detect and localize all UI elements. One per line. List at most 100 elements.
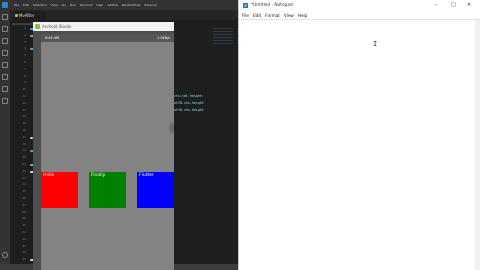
run-debug-icon[interactable] [2,50,8,56]
notepad-titlebar: *Untitled - Notepad – □ ✕ [239,0,480,11]
search-icon[interactable] [2,26,8,32]
menu-selection[interactable]: Selection [33,3,47,7]
activity-bar [0,10,10,270]
red-box-label: Hello [43,173,55,178]
line-number: 34 [22,250,26,255]
line-number: 3 [24,39,26,44]
line-number: 5 [24,53,26,58]
notepad-menu-edit[interactable]: Edit [253,13,261,18]
notepad-title: *Untitled - Notepad [251,3,293,8]
line-number: 8 [24,73,26,78]
editor-tabs: MvAfter [10,10,238,20]
emulator-window: Android Studio 8:44 AM 1.0KB/s Hello Fin… [33,22,174,270]
menu-github[interactable]: GitHub [107,3,117,7]
line-number: 35 [22,257,26,262]
line-number: 27 [22,202,26,207]
line-number: 18 [22,141,26,146]
tab-main-dart[interactable]: MvAfter [14,11,46,20]
flutter-icon[interactable] [2,98,8,104]
notepad-menu-format[interactable]: Format [265,13,280,18]
line-number: 4 [24,46,26,51]
code-fragment: utf8.chs.height [174,100,204,105]
menu-explorer[interactable]: Explorer [145,3,158,7]
line-number: 6 [24,59,26,64]
vscode-titlebar: File Edit Selection View Go Run Terminal… [0,0,238,10]
line-number: 28 [22,209,26,214]
text-cursor: I [373,40,378,48]
notepad-menubar: File Edit Format View Help [239,11,480,20]
line-number: 2 [24,32,26,37]
line-number: 23 [22,175,26,180]
line-number: 14 [22,114,26,119]
menu-terminal[interactable]: Terminal [80,3,93,7]
line-number: 12 [22,100,26,105]
desktop: File Edit Selection View Go Run Terminal… [0,0,480,270]
line-number: 10 [22,87,26,92]
line-number: 25 [22,189,26,194]
line-number: 15 [22,121,26,126]
menu-view[interactable]: View [51,3,58,7]
app-screen: Hello Finally Flutter [41,42,174,270]
line-number: 32 [22,236,26,241]
emulator-resize-handle[interactable] [170,123,174,133]
line-number-gutter: 1 2 3 4 5 6 7 8 9 10 11 12 13 14 15 16 17 18 19 20 21 22 23 24 2… [12,26,26,264]
notepad-scrollbar[interactable] [475,20,480,270]
line-number: 19 [22,148,26,153]
extensions-icon[interactable] [2,62,8,68]
line-number: 20 [22,155,26,160]
vscode-logo-icon [2,2,8,8]
vscode-menubar: File Edit Selection View Go Run Terminal… [14,3,157,7]
notepad-menu-help[interactable]: Help [298,13,308,18]
line-number: 26 [22,195,26,200]
source-control-icon[interactable] [2,38,8,44]
status-time: 8:44 AM [45,36,59,40]
menu-edit[interactable]: Edit [23,3,29,7]
status-network: 1.0KB/s [157,36,170,40]
blue-box: Flutter [137,172,174,208]
tab-label: MvAfter [19,13,35,18]
line-number: 16 [22,127,26,132]
line-number: 9 [24,80,26,85]
code-fragment: cts:cdt.height: [174,93,204,98]
notepad-menu-file[interactable]: File [242,13,249,18]
line-number: 11 [22,93,26,98]
line-number: 24 [22,182,26,187]
green-box: Finally [89,172,126,208]
line-number: 21 [22,161,26,166]
minimap[interactable] [213,26,233,256]
dart-file-icon [15,14,18,17]
menu-file[interactable]: File [14,3,19,7]
line-number: 22 [22,168,26,173]
minimize-icon[interactable]: – [435,2,438,8]
explorer-icon[interactable] [2,14,8,20]
menu-help[interactable]: Help [96,3,103,7]
maximize-icon[interactable]: □ [451,2,456,8]
green-box-label: Finally [91,173,106,178]
notepad-icon [243,3,248,8]
line-number: 30 [22,223,26,228]
gear-icon[interactable] [2,252,8,258]
emulator-title: Android Studio [42,24,72,29]
phone-status-bar: 8:44 AM 1.0KB/s [41,34,174,42]
line-number: 31 [22,229,26,234]
line-number: 13 [22,107,26,112]
android-icon [35,24,40,29]
line-number: 1 [24,26,26,30]
emulator-titlebar: Android Studio [33,22,174,31]
close-icon[interactable]: ✕ [467,2,471,8]
notepad-menu-view[interactable]: View [284,13,294,18]
notepad-text-area[interactable] [239,20,475,270]
remote-icon[interactable] [2,74,8,80]
menu-rendermode[interactable]: RenderMode [122,3,141,7]
notepad-window: *Untitled - Notepad – □ ✕ File Edit Form… [238,0,480,270]
line-number: 17 [22,134,26,139]
red-box: Hello [41,172,78,208]
line-number: 33 [22,243,26,248]
line-number: 7 [24,66,26,71]
code-fragment: utf8.chs.height [174,107,204,112]
blue-box-label: Flutter [139,173,154,178]
menu-run[interactable]: Run [70,3,76,7]
testing-icon[interactable] [2,86,8,92]
menu-go[interactable]: Go [62,3,66,7]
line-number: 29 [22,216,26,221]
